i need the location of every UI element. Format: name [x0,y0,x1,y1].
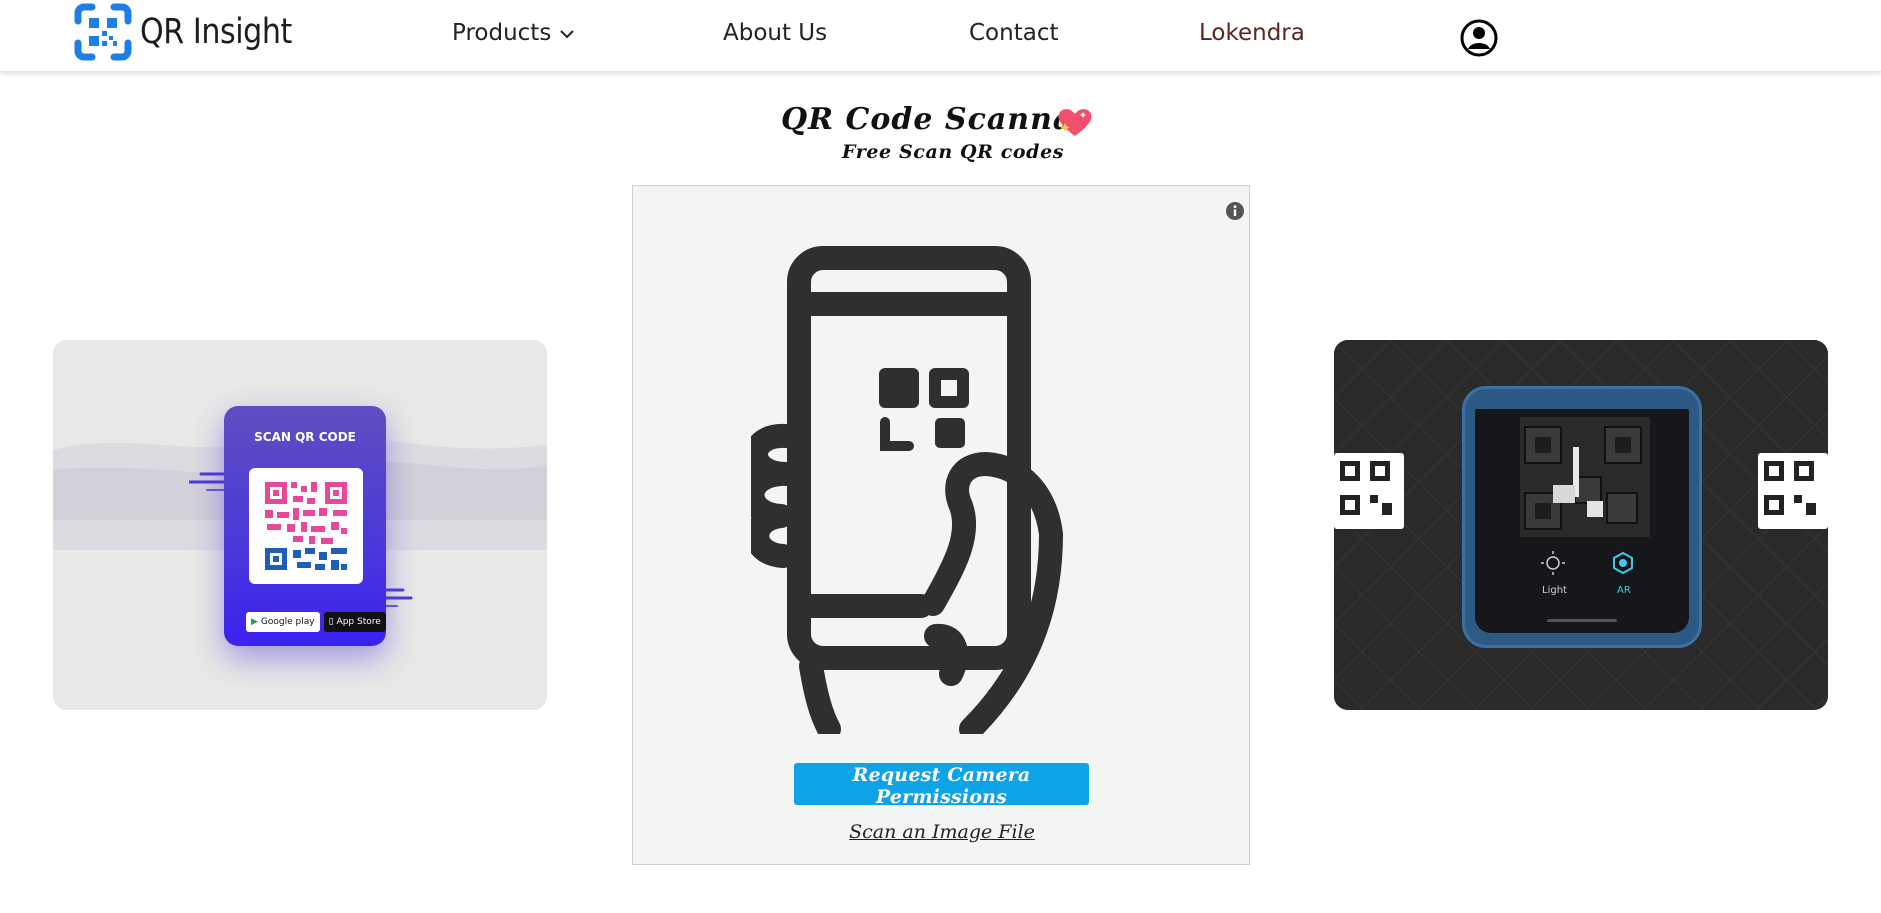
nav-contact[interactable]: Contact [969,20,1058,46]
hand-holding-phone-icon [751,246,1063,734]
qr-tile-right [1758,453,1828,529]
scan-image-file-link[interactable]: Scan an Image File [633,821,1251,843]
phone-icon: ▯ [328,617,334,627]
ar-device-screen: Light AR [1475,397,1689,633]
store-badges: ▶ Google play ▯ App Store [246,612,386,632]
scan-qr-promo-card: SCAN QR CODE ▶ Google play ▯ App Store [53,340,547,710]
ar-qr-3d-icon [1475,397,1689,622]
page-title: QR Code Scannar [781,102,1091,137]
account-circle-icon[interactable] [1459,18,1499,58]
nav-about-us[interactable]: About Us [723,20,827,46]
nav-contact-label: Contact [969,20,1059,46]
google-play-label: Google play [260,617,315,627]
ar-promo-card: Light AR [1334,340,1828,710]
mode-ar-label[interactable]: AR [1617,585,1631,596]
page-subtitle: Free Scan QR codes [842,141,1065,163]
qr-pattern-icon [1764,461,1816,515]
scan-qr-label: SCAN QR CODE [254,430,356,444]
sparkling-heart-icon [1058,109,1092,136]
mode-light-label[interactable]: Light [1542,585,1567,596]
nav-user-label: Lokendra [1199,20,1305,46]
play-icon: ▶ [251,617,258,627]
promo-qr-code [249,468,363,584]
qr-pattern-icon [1340,461,1392,515]
request-camera-permissions-button[interactable]: Request Camera Permissions [794,763,1089,808]
top-navbar: QR Insight Products About Us Contact Lok… [0,0,1881,72]
nav-products-label: Products [452,20,552,46]
app-store-label: App Store [336,617,381,627]
google-play-badge[interactable]: ▶ Google play [246,612,320,632]
qr-pattern-icon [265,482,347,570]
promo-phone: SCAN QR CODE ▶ Google play ▯ App Store [224,406,386,646]
app-store-badge[interactable]: ▯ App Store [323,612,386,632]
nav-about-label: About Us [723,20,828,46]
brand-name: QR Insight [140,12,292,52]
nav-user-name[interactable]: Lokendra [1199,20,1305,46]
info-icon[interactable] [1225,201,1245,221]
qr-scanner-panel: Request Camera Permissions Scan an Image… [632,185,1250,865]
nav-products[interactable]: Products [452,20,575,46]
ar-device-mockup: Light AR [1462,386,1702,648]
qr-tile-left [1334,453,1404,529]
chevron-down-icon [560,30,575,39]
qr-logo-icon [74,3,132,61]
brand-logo-link[interactable]: QR Insight [74,3,317,61]
